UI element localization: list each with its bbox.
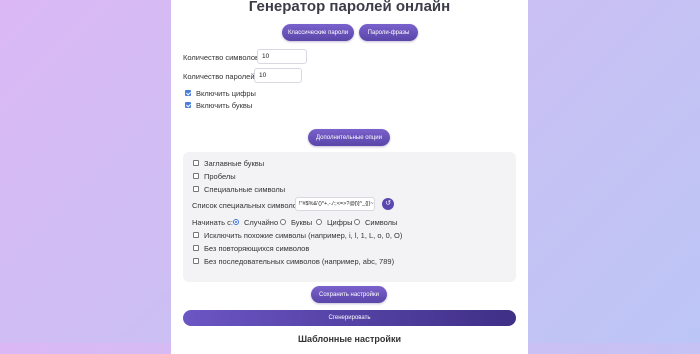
length-label: Количество символов: [183, 53, 262, 62]
special-list-label: Список специальных символов: [192, 201, 304, 210]
count-label: Количество паролей: [183, 72, 257, 81]
count-input[interactable]: 10 [254, 68, 302, 83]
start-random-label: Случайно [244, 218, 279, 227]
special-chars-label: Специальные символы [204, 185, 286, 194]
include-digits-label: Включить цифры [196, 89, 256, 98]
refresh-icon[interactable]: ↺ [382, 198, 394, 210]
no-repeat-checkbox[interactable] [193, 245, 199, 251]
start-digits-radio[interactable] [316, 219, 322, 225]
start-letters-radio[interactable] [280, 219, 286, 225]
page-title: Генератор паролей онлайн [248, 0, 451, 15]
no-sequential-label: Без последовательных символов (например,… [204, 257, 395, 266]
start-symbols-label: Символы [365, 218, 398, 227]
include-letters-checkbox[interactable] [185, 102, 191, 108]
generator-card: Генератор паролей онлайн Классические па… [171, 0, 528, 354]
uppercase-label: Заглавные буквы [204, 159, 265, 168]
tab-classic-passwords[interactable]: Классические пароли [282, 24, 354, 41]
start-letters-label: Буквы [291, 218, 313, 227]
special-chars-checkbox[interactable] [193, 186, 199, 192]
start-with-label: Начинать с: [192, 218, 233, 227]
spaces-checkbox[interactable] [193, 173, 199, 179]
tab-passphrases[interactable]: Пароли-фразы [359, 24, 418, 41]
advanced-options-panel: Заглавные буквы Пробелы Специальные симв… [183, 152, 516, 282]
include-digits-checkbox[interactable] [185, 90, 191, 96]
special-list-input[interactable]: !"#$%&'()*+,-./:;<=>?@[\]^_{|}~ [295, 197, 375, 211]
include-letters-label: Включить буквы [196, 101, 253, 110]
spaces-label: Пробелы [204, 172, 236, 181]
no-sequential-checkbox[interactable] [193, 258, 199, 264]
start-symbols-radio[interactable] [354, 219, 360, 225]
uppercase-checkbox[interactable] [193, 160, 199, 166]
start-random-radio[interactable] [233, 219, 239, 225]
generate-button[interactable]: Сгенерировать [183, 310, 516, 326]
no-repeat-label: Без повторяющихся символов [204, 244, 310, 253]
exclude-similar-checkbox[interactable] [193, 232, 199, 238]
length-input[interactable]: 10 [257, 49, 307, 64]
exclude-similar-label: Исключить похожие символы (например, i, … [204, 231, 403, 240]
more-options-button[interactable]: Дополнительные опции [308, 129, 390, 146]
save-settings-button[interactable]: Сохранить настройки [311, 286, 387, 303]
start-digits-label: Цифры [327, 218, 353, 227]
